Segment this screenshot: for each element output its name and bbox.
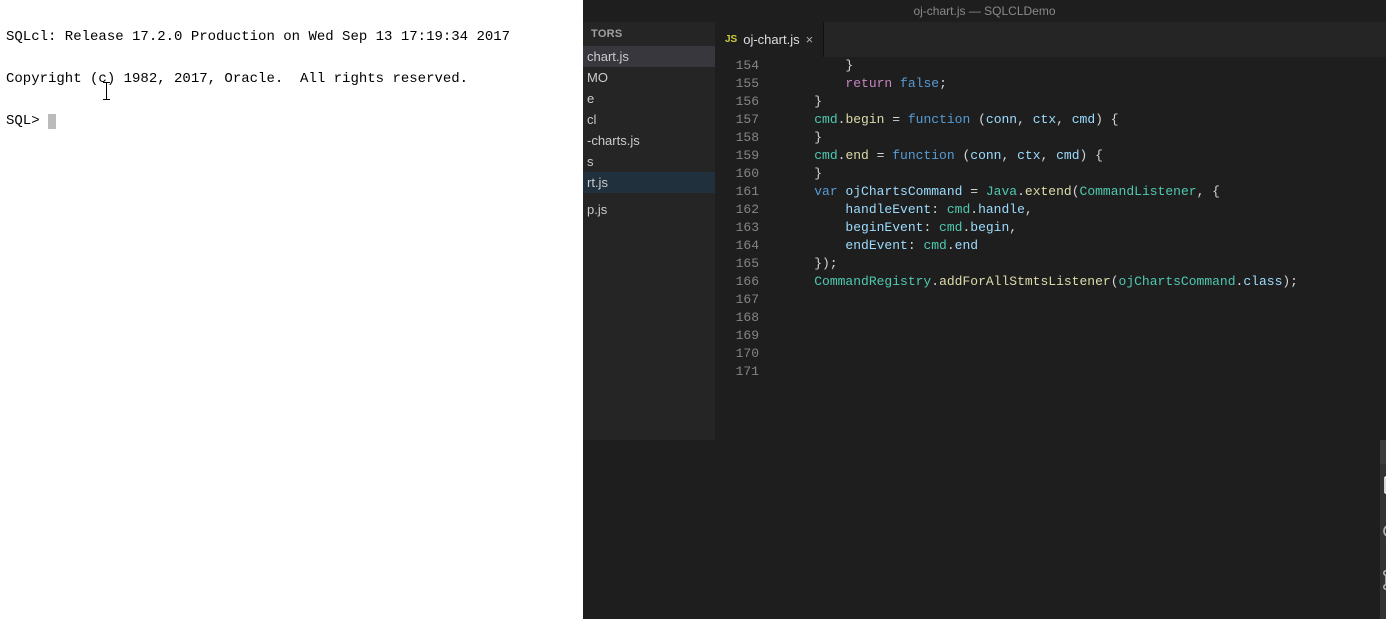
close-icon[interactable]: × [806,32,814,47]
terminal-prompt: SQL> [6,113,48,129]
sidebar-item[interactable]: rt.js [583,172,715,193]
sidebar-section-header: TORS [583,22,715,46]
sidebar-item[interactable]: chart.js [583,46,715,67]
text-cursor-icon [103,82,105,100]
code-line[interactable]: } [783,129,1386,147]
cursor-icon [48,114,56,129]
terminal-line: Copyright (c) 1982, 2017, Oracle. All ri… [6,71,468,87]
editor-window-bottom: index.html — ojSQLcl EXPLORER OPEN [1380,440,1386,619]
code-line[interactable]: beginEvent: cmd.begin, [783,219,1386,237]
code-line[interactable]: } [783,165,1386,183]
code-line[interactable]: CommandRegistry.addForAllStmtsListener(o… [783,273,1386,291]
sidebar-item[interactable]: s [583,151,715,172]
tab-label: oj-chart.js [743,32,799,47]
sidebar-item[interactable]: MO [583,67,715,88]
code-line[interactable]: } [783,93,1386,111]
code-line[interactable]: }); [783,255,1386,273]
code-line[interactable]: cmd.begin = function (conn, ctx, cmd) { [783,111,1386,129]
terminal-line: SQLcl: Release 17.2.0 Production on Wed … [6,29,510,45]
js-file-icon: JS [725,34,737,45]
window-title: oj-chart.js — SQLCLDemo [583,4,1386,18]
window-titlebar[interactable]: index.html — ojSQLcl [1380,440,1386,464]
code-line[interactable]: endEvent: cmd.end [783,237,1386,255]
tab-oj-chart[interactable]: JS oj-chart.js × [715,22,824,57]
search-icon[interactable] [1380,521,1386,550]
sidebar-item[interactable]: e [583,88,715,109]
sidebar-item[interactable]: -charts.js [583,130,715,151]
code-line[interactable]: } [783,57,1386,75]
editor-window-top: oj-chart.js — SQLCLDemo TORS chart.jsMOe… [583,0,1386,440]
activity-bar [1380,464,1386,619]
editor-tabs: JS oj-chart.js × [715,22,1386,57]
code-line[interactable]: handleEvent: cmd.handle, [783,201,1386,219]
line-number-gutter: 1541551561571581591601611621631641651661… [715,57,773,440]
sidebar-item[interactable]: p.js [583,199,715,220]
file-explorer-sidebar[interactable]: TORS chart.jsMOecl-charts.jssrt.js p.js [583,22,715,440]
terminal-pane[interactable]: SQLcl: Release 17.2.0 Production on Wed … [0,0,583,619]
sidebar-item[interactable]: cl [583,109,715,130]
explorer-icon[interactable] [1380,474,1386,503]
code-line[interactable]: var ojChartsCommand = Java.extend(Comman… [783,183,1386,201]
code-line[interactable]: cmd.end = function (conn, ctx, cmd) { [783,147,1386,165]
code-line[interactable]: return false; [783,75,1386,93]
source-control-icon[interactable] [1380,568,1386,597]
code-area[interactable]: } return false; } cmd.begin = function (… [773,57,1386,440]
